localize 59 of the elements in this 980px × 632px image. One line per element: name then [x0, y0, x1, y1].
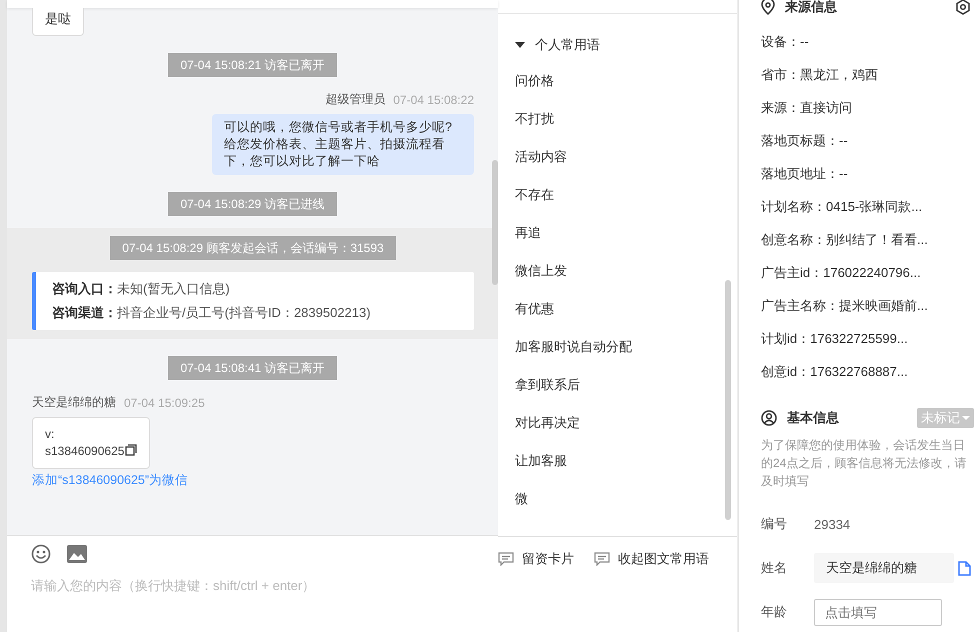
field-label: 年龄 [761, 603, 788, 621]
source-info-row-text: 落地页标题：-- [761, 132, 849, 150]
source-info-row-text: 计划名称：0415-张琳同款... [761, 198, 924, 216]
info-label: 咨询入口： [52, 281, 117, 296]
message-bubble: 可以的哦，您微信号或者手机号多少呢?给您发价格表、主题客片、拍摄流程看下，您可以对比了解一下哈 [212, 114, 474, 175]
system-notice: 07-04 15:08:21 访客已离开 [168, 53, 337, 77]
phrase-item[interactable]: 不打扰 [515, 110, 737, 148]
source-info-row-text: 创意名称：别纠结了！看看... [761, 231, 929, 249]
source-info-row-text: 落地页地址：-- [761, 165, 849, 183]
system-notice: 07-04 15:08:41 访客已离开 [168, 356, 337, 380]
source-info-row-text: 设备：-- [761, 33, 810, 51]
message-input[interactable]: 请输入您的内容（换行快捷键：shift/ctrl + enter） [31, 578, 471, 593]
copy-icon[interactable] [125, 444, 138, 456]
phrase-item[interactable]: 对比再决定 [515, 414, 737, 452]
user-icon [761, 410, 777, 426]
settings-icon[interactable] [955, 0, 971, 15]
phrase-item[interactable]: 活动内容 [515, 148, 737, 186]
info-value: 抖音企业号/员工号(抖音号ID：2839502213) [117, 305, 371, 320]
phrase-item[interactable]: 拿到联系后 [515, 376, 737, 414]
source-info-row-text: 来源：直接访问 [761, 99, 853, 117]
name-field[interactable]: 天空是绵绵的糖 [814, 553, 954, 583]
location-pin-icon [761, 0, 775, 15]
message-time: 07-04 15:09:25 [124, 396, 205, 410]
message-bubble: v: s13846090625 [32, 417, 150, 469]
field-label: 编号 [761, 515, 788, 533]
image-icon[interactable] [67, 545, 87, 563]
phrase-item[interactable]: 有优惠 [515, 300, 737, 338]
phrase-item[interactable]: 问价格 [515, 72, 737, 110]
phrase-item[interactable]: 微信上发 [515, 262, 737, 300]
phrase-item[interactable]: 微 [515, 490, 737, 528]
source-info-row-text: 广告主id：176022240796... [761, 264, 922, 282]
phrase-item[interactable]: 加客服时说自动分配 [515, 338, 737, 376]
phrase-action-button[interactable]: 收起图文常用语 [594, 550, 709, 568]
sender-name: 超级管理员 [325, 91, 386, 108]
info-value: 未知(暂无入口信息) [117, 281, 230, 296]
system-notice: 07-04 15:08:29 访客已进线 [168, 192, 337, 216]
phrase-item[interactable]: 让加客服 [515, 452, 737, 490]
info-label: 咨询渠道： [52, 305, 117, 320]
phrase-group-toggle[interactable]: 个人常用语 [515, 36, 737, 54]
message-icon [594, 552, 610, 566]
message-bubble: 是哒 [32, 8, 84, 36]
message-icon [498, 552, 514, 566]
section-title: 来源信息 [785, 0, 837, 16]
emoji-icon[interactable] [31, 544, 51, 564]
source-info-row-text: 计划id：176322725599... [761, 330, 909, 348]
phrase-item[interactable]: 不存在 [515, 186, 737, 224]
phrase-item[interactable]: 再追 [515, 224, 737, 262]
phrase-action-button[interactable]: 留资卡片 [498, 550, 574, 568]
source-info-row-text: 广告主名称：提米映画婚前... [761, 297, 929, 315]
source-info-row-text: 创意id：176322768887... [761, 363, 909, 381]
sender-name: 天空是绵绵的糖 [32, 394, 116, 411]
section-title: 基本信息 [787, 409, 839, 427]
age-field[interactable]: 点击填写 [814, 598, 942, 626]
field-value: 29334 [814, 516, 850, 532]
field-label: 姓名 [761, 559, 788, 577]
system-notice: 07-04 15:08:29 顾客发起会话，会话编号：31593 [110, 236, 396, 260]
notice-text: 为了保障您的使用体验，会话发生当日的24点之后，顾客信息将无法修改，请及时填写 [761, 437, 968, 490]
message-time: 07-04 15:08:22 [393, 92, 474, 106]
source-info-row-text: 省市：黑龙江，鸡西 [761, 66, 879, 84]
